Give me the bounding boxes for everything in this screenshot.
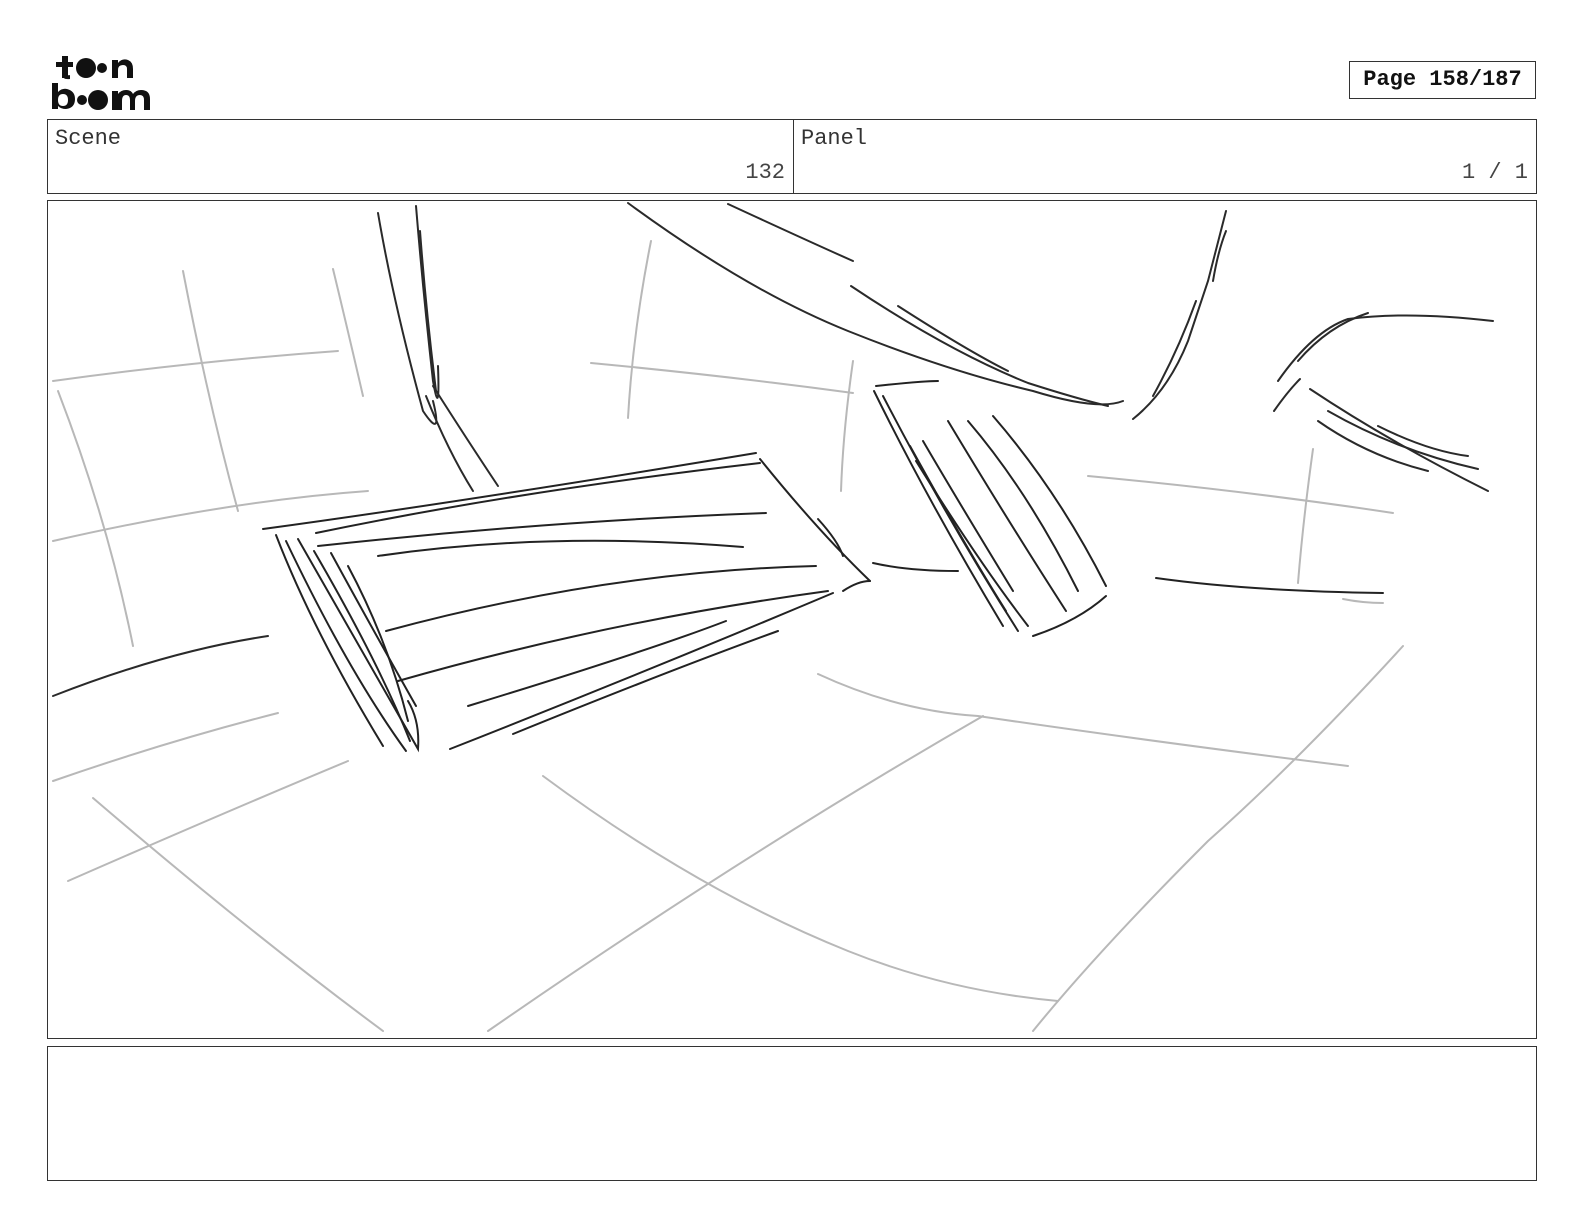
scene-cell: Scene 132 bbox=[48, 120, 794, 193]
small-cylinder-sketch bbox=[872, 380, 1384, 637]
character-arm-sketch bbox=[52, 202, 1494, 697]
storyboard-panel-drawing bbox=[47, 200, 1537, 1039]
scene-label: Scene bbox=[55, 126, 122, 151]
cylinder-object-sketch bbox=[262, 452, 871, 753]
panel-label: Panel bbox=[801, 126, 868, 151]
page-indicator: Page 158/187 bbox=[1349, 61, 1536, 99]
scene-number: 132 bbox=[745, 160, 785, 185]
panel-number: 1 / 1 bbox=[1461, 160, 1528, 185]
panel-cell: Panel 1 / 1 bbox=[794, 120, 1536, 193]
storyboard-header: Scene 132 Panel 1 / 1 bbox=[47, 119, 1537, 194]
panel-notes-box bbox=[47, 1046, 1537, 1181]
toon-boom-logo bbox=[50, 50, 166, 112]
character-leg-sketch bbox=[377, 205, 499, 492]
